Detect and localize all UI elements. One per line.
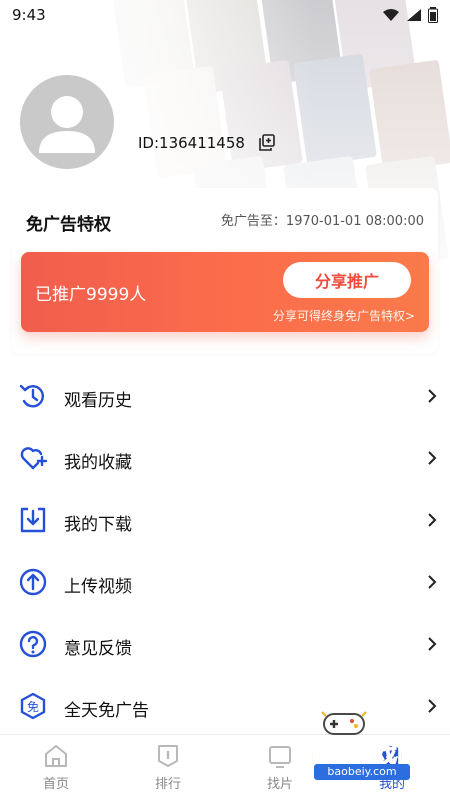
status-time: 9:43 [12, 6, 46, 24]
copy-icon[interactable] [258, 134, 276, 152]
user-id: ID:136411458 [138, 134, 245, 152]
menu-label: 我的下载 [64, 515, 132, 535]
download-icon [20, 507, 46, 533]
chevron-right-icon [428, 637, 437, 651]
nav-ranking[interactable]: 排行 [128, 743, 208, 792]
chevron-right-icon [428, 575, 437, 589]
no-ads-icon: 免 [20, 692, 46, 720]
chevron-right-icon [428, 513, 437, 527]
chevron-right-icon [428, 451, 437, 465]
share-hint[interactable]: 分享可得终身免广告特权> [273, 307, 415, 324]
menu-label: 全天免广告 [64, 701, 149, 721]
menu-item-feedback[interactable]: 意见反馈 [0, 614, 450, 676]
menu-item-downloads[interactable]: 我的下载 [0, 490, 450, 552]
menu-item-history[interactable]: 观看历史 [0, 366, 450, 428]
user-silhouette-icon [39, 96, 95, 153]
share-promote-button[interactable]: 分享推广 [283, 262, 411, 298]
ranking-icon [158, 745, 178, 767]
watermark-url: baobeiy.com [314, 764, 410, 780]
privilege-expire: 免广告至：1970-01-01 08:00:00 [220, 214, 424, 229]
signal-icon [407, 9, 421, 21]
menu-label: 意见反馈 [64, 639, 132, 659]
menu-list: 观看历史 我的收藏 我的下载 上传视频 意见反馈 免 全天免广告 [0, 366, 450, 738]
home-icon [45, 745, 67, 767]
wifi-icon [383, 9, 399, 21]
heart-plus-icon [20, 447, 48, 470]
svg-text:免: 免 [27, 699, 39, 714]
status-bar: 9:43 [0, 0, 450, 30]
chevron-right-icon [428, 389, 437, 403]
promo-banner: 已推广9999人 分享推广 分享可得终身免广告特权> [21, 252, 429, 332]
avatar[interactable] [20, 75, 114, 169]
menu-label: 上传视频 [64, 577, 132, 597]
question-icon [19, 630, 47, 658]
menu-label: 我的收藏 [64, 453, 132, 473]
upload-icon [19, 568, 47, 596]
menu-label: 观看历史 [64, 391, 132, 411]
promoted-count: 已推广9999人 [35, 285, 147, 305]
privilege-title: 免广告特权 [26, 215, 111, 235]
history-icon [19, 384, 44, 408]
menu-item-favorites[interactable]: 我的收藏 [0, 428, 450, 490]
battery-icon [428, 7, 438, 23]
menu-item-upload[interactable]: 上传视频 [0, 552, 450, 614]
ad-free-privilege-card: 免广告特权 免广告至：1970-01-01 08:00:00 已推广9999人 … [12, 188, 438, 354]
nav-home[interactable]: 首页 [16, 743, 96, 792]
watermark: 宝贝游戏网 baobeiy.com [276, 704, 446, 784]
